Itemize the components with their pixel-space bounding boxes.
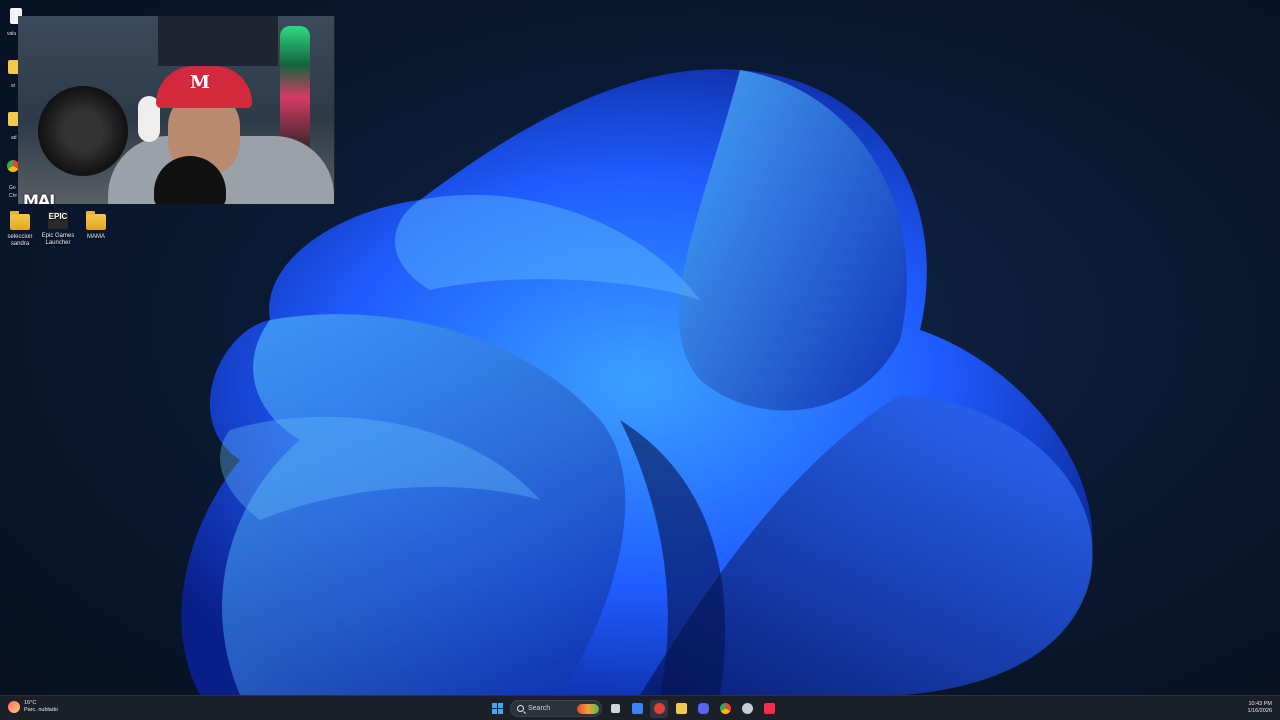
system-clock[interactable]: 10:43 PM 1/16/2026 — [1248, 701, 1272, 715]
mail-icon — [631, 703, 643, 714]
media-player-button[interactable] — [650, 699, 668, 718]
desktop-icon-label-partial: valu — [7, 31, 17, 37]
webcam-overlay: M MAI — [18, 16, 335, 204]
search-highlight-icon — [577, 704, 599, 714]
weather-condition: Parc. nublado — [24, 707, 58, 713]
settings-button[interactable] — [738, 700, 756, 718]
task-view-icon — [610, 704, 620, 713]
file-explorer-button[interactable] — [672, 700, 690, 718]
desktop-icon-label: MAMA — [87, 234, 105, 240]
file-explorer-icon — [675, 703, 687, 714]
discord-button[interactable] — [694, 700, 712, 718]
folder-icon — [10, 211, 30, 230]
chrome-button[interactable] — [716, 700, 734, 718]
epic-games-icon: EPIC — [48, 212, 68, 229]
apple-music-icon — [763, 703, 775, 714]
windows-logo-icon — [491, 703, 503, 714]
mail-button[interactable] — [628, 700, 646, 718]
taskbar-center: Search — [488, 698, 778, 719]
desktop-icon-epic-games-launcher[interactable]: EPIC Epic Games Launcher — [38, 212, 78, 247]
webcam-channel-tag: MAI — [23, 191, 55, 204]
weather-text: 16°C Parc. nublado — [24, 700, 58, 714]
desktop-icon-mama[interactable]: MAMA — [76, 211, 116, 241]
weather-widget[interactable]: 16°C Parc. nublado — [8, 700, 58, 714]
taskbar: 16°C Parc. nublado Search 10:43 PM 1/16/… — [0, 695, 1280, 720]
desktop-icon-label-partial: Go — [9, 185, 16, 191]
weather-temperature: 16°C — [24, 700, 37, 706]
search-icon — [517, 705, 524, 712]
desktop-icon-label: Epic Games Launcher — [41, 233, 75, 246]
cap-logo: M — [190, 72, 210, 93]
desktop-icon-seleccion-sandra[interactable]: seleccion sandra — [0, 211, 40, 248]
clock-date: 1/16/2026 — [1247, 708, 1272, 714]
folder-icon — [86, 211, 106, 230]
weather-icon — [8, 701, 20, 713]
desktop-icon-label-partial: Chr — [9, 193, 18, 199]
desktop-icon-label-partial: st — [11, 83, 15, 89]
settings-icon — [741, 703, 753, 714]
start-button[interactable] — [488, 700, 506, 718]
webcam-background-shelf — [158, 16, 278, 66]
search-box[interactable]: Search — [510, 700, 602, 717]
apple-music-button[interactable] — [760, 700, 778, 718]
search-placeholder: Search — [528, 705, 551, 712]
task-view-button[interactable] — [606, 700, 624, 718]
chrome-icon — [719, 703, 731, 714]
desktop-icon-label: seleccion sandra — [7, 234, 33, 247]
clock-time: 10:43 PM — [1248, 701, 1272, 707]
discord-icon — [697, 703, 709, 714]
desktop-icon-label-partial: ad — [11, 135, 17, 141]
desktop: valu st ad Go Chr seleccion sandra EPIC … — [0, 0, 1280, 720]
media-player-icon — [653, 703, 665, 714]
webcam-drum-kit — [38, 86, 128, 176]
